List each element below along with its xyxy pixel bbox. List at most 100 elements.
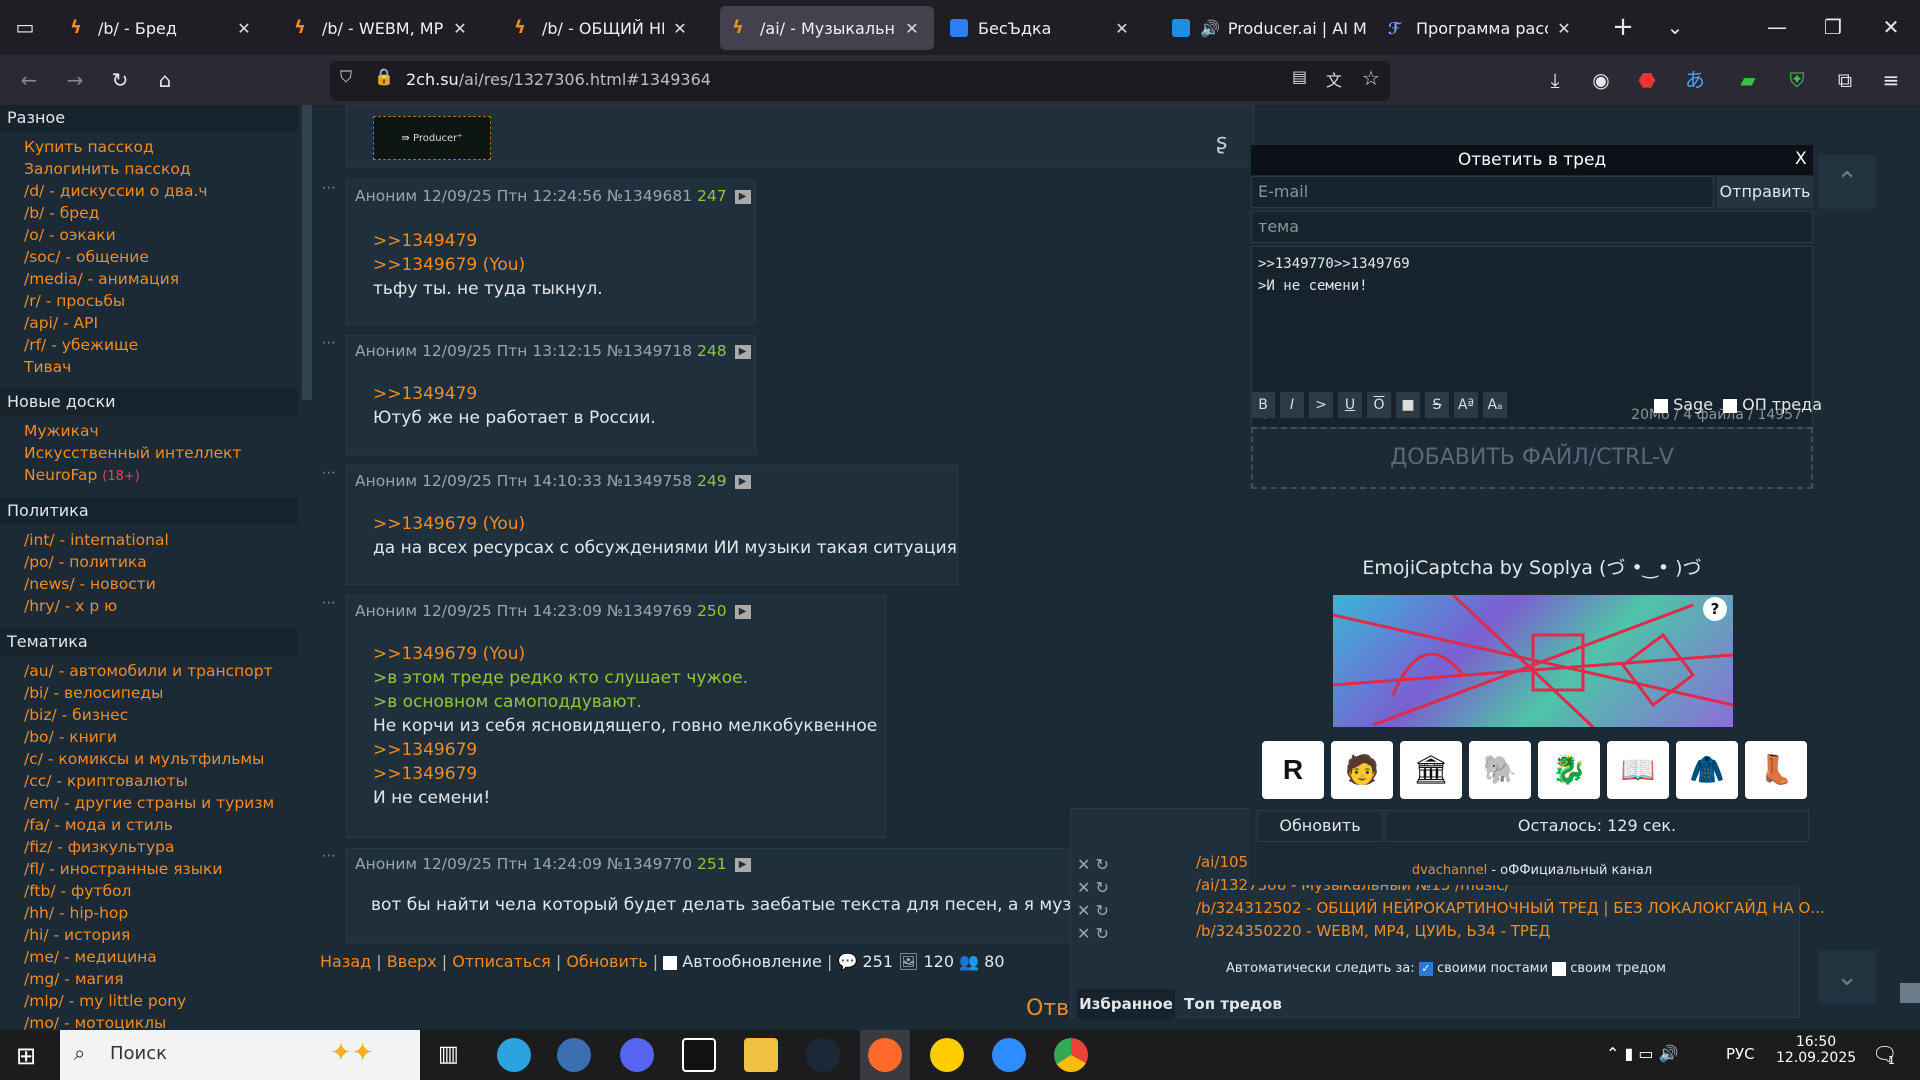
close-icon[interactable]: ✕: [1554, 19, 1574, 38]
post-number[interactable]: №1349758: [607, 472, 692, 490]
sidebar-link[interactable]: /news/ - новости: [24, 573, 156, 595]
post-number[interactable]: №1349770: [607, 855, 692, 873]
captcha-help-icon[interactable]: ?: [1703, 597, 1727, 621]
tab-program[interactable]: ℱПрограмма расстано✕: [1376, 6, 1586, 50]
email-field[interactable]: E-mail: [1251, 176, 1714, 208]
sidebar-link[interactable]: /int/ - international: [24, 529, 169, 551]
sidebar-link[interactable]: Искусственный интеллект: [24, 442, 241, 464]
steam-icon[interactable]: [806, 1038, 840, 1072]
firefox-icon[interactable]: [868, 1038, 902, 1072]
post-reference[interactable]: >>1349679 (You): [373, 644, 525, 664]
sidebar-link[interactable]: /mg/ - магия: [24, 968, 124, 990]
tab-webm[interactable]: ϟ/b/ - WEBM, MP4, ЦУИ✕: [282, 6, 482, 50]
post-number[interactable]: №1349718: [607, 342, 692, 360]
sidebar-link[interactable]: Мужикач: [24, 420, 99, 442]
new-tab-icon[interactable]: +: [1608, 12, 1638, 42]
sidebar-link[interactable]: /ftb/ - футбол: [24, 880, 131, 902]
post-reference[interactable]: >>1349679 (You): [373, 255, 525, 275]
sidebar-link[interactable]: /mlp/ - my little pony: [24, 990, 186, 1012]
play-icon[interactable]: ▶: [734, 189, 751, 204]
address-bar[interactable]: ⛉ 🔒 2ch.su/ai/res/1327306.html#1349364 ▤…: [330, 61, 1390, 101]
sage-option[interactable]: Sage: [1654, 395, 1713, 414]
post-menu-icon[interactable]: ⋯: [322, 465, 336, 481]
home-icon[interactable]: ⌂: [150, 65, 180, 95]
discord-icon[interactable]: [620, 1038, 654, 1072]
reader-view-icon[interactable]: ▤: [1292, 67, 1307, 86]
producer-thumbnail[interactable]: ⇛ Producer⁺: [373, 116, 491, 160]
file-explorer-icon[interactable]: [744, 1038, 778, 1072]
account-icon[interactable]: ◉: [1586, 65, 1616, 95]
tab-top-threads[interactable]: Топ тредов: [1181, 989, 1285, 1019]
post-menu-icon[interactable]: ⋯: [322, 848, 336, 864]
sidebar-link[interactable]: /o/ - оэкаки: [24, 224, 116, 246]
minimize-icon[interactable]: —: [1762, 12, 1792, 42]
yandex-browser-icon[interactable]: [930, 1038, 964, 1072]
tab-favorites[interactable]: Избранное: [1077, 989, 1175, 1019]
dmz-icon[interactable]: [682, 1038, 716, 1072]
post-reference[interactable]: >>1349479: [373, 231, 477, 251]
shield-icon[interactable]: ⛉: [340, 67, 352, 87]
extension-translate-icon[interactable]: あ: [1680, 65, 1710, 95]
bookmark-star-icon[interactable]: ☆: [1362, 66, 1380, 90]
spoiler-button[interactable]: ■: [1396, 392, 1420, 418]
send-button[interactable]: Отправить: [1717, 176, 1813, 208]
window-close-icon[interactable]: ✕: [1876, 12, 1906, 42]
sidebar-link[interactable]: /c/ - комиксы и мультфильмы: [24, 748, 264, 770]
sidebar-link[interactable]: /au/ - автомобили и транспорт: [24, 660, 273, 682]
close-icon[interactable]: ✕: [234, 19, 254, 38]
play-icon[interactable]: ▶: [734, 604, 751, 619]
refresh-link[interactable]: Обновить: [566, 952, 647, 971]
chevron-down-icon[interactable]: ⌄: [1660, 12, 1690, 42]
close-icon[interactable]: ✕: [902, 19, 922, 38]
post-reference[interactable]: >>1349679: [373, 764, 477, 784]
sidebar-link[interactable]: /fl/ - иностранные языки: [24, 858, 222, 880]
sidebar-link[interactable]: NeuroFap (18+): [24, 464, 140, 488]
sidebar-link[interactable]: Залогинить пасскод: [24, 158, 191, 180]
scrollbar-thumb[interactable]: [1900, 983, 1920, 1003]
captcha-option[interactable]: 👢: [1745, 741, 1807, 799]
system-tray[interactable]: ⌃ ▮ ▭ 🔊: [1606, 1044, 1679, 1063]
back-link[interactable]: Назад: [320, 952, 371, 971]
restore-icon[interactable]: ❐: [1818, 12, 1848, 42]
tab-ai-music[interactable]: ϟ/ai/ - Музыкальный №✕: [720, 6, 934, 50]
sage-checkbox[interactable]: [1654, 398, 1668, 413]
sidebar-link[interactable]: /biz/ - бизнес: [24, 704, 128, 726]
sidebar-link[interactable]: Купить пасскод: [24, 136, 154, 158]
captcha-option[interactable]: 📖: [1607, 741, 1669, 799]
post-number[interactable]: №1349681: [607, 187, 692, 205]
post-number[interactable]: №1349769: [607, 602, 692, 620]
italic-button[interactable]: I: [1280, 392, 1304, 418]
zoom-icon[interactable]: [992, 1038, 1026, 1072]
overline-button[interactable]: O: [1367, 392, 1391, 418]
sidebar-link[interactable]: /po/ - политика: [24, 551, 147, 573]
subscript-button[interactable]: Aₐ: [1483, 392, 1507, 418]
sidebar-link[interactable]: /api/ - API: [24, 312, 98, 334]
reload-icon[interactable]: ↻: [105, 65, 135, 95]
sidebar-link[interactable]: /r/ - просьбы: [24, 290, 125, 312]
add-file-dropzone[interactable]: ДОБАВИТЬ ФАЙЛ/CTRL-V: [1251, 427, 1813, 489]
sidebar-scrollbar[interactable]: [302, 105, 312, 400]
sidebar-link[interactable]: /rf/ - убежище: [24, 334, 138, 356]
close-icon[interactable]: ✕: [450, 19, 470, 38]
superscript-button[interactable]: Aª: [1454, 392, 1478, 418]
sidebar-link[interactable]: /hry/ - х р ю: [24, 595, 117, 617]
sidebar-link[interactable]: /hh/ - hip-hop: [24, 902, 128, 924]
torrent-icon[interactable]: [557, 1038, 591, 1072]
favorite-thread[interactable]: /b/324350220 - WEBM, MP4, ЦУИЬ, Ь34 - ТР…: [1196, 922, 1550, 940]
strike-button[interactable]: S: [1425, 392, 1449, 418]
unsubscribe-link[interactable]: Отписаться: [452, 952, 551, 971]
favorite-thread[interactable]: /b/324312502 - ОБЩИЙ НЕЙРОКАРТИНОЧНЫЙ ТР…: [1196, 899, 1825, 917]
taskbar-search[interactable]: ⌕ Поиск ✦✦: [60, 1030, 420, 1080]
post-reference[interactable]: >>1349679 (You): [373, 514, 525, 534]
op-checkbox[interactable]: [1723, 398, 1737, 413]
language-indicator[interactable]: РУС: [1726, 1045, 1755, 1063]
own-thread-checkbox[interactable]: [1552, 961, 1567, 976]
task-view-icon[interactable]: ▥: [438, 1042, 459, 1067]
sidebar-link[interactable]: /bi/ - велосипеды: [24, 682, 163, 704]
up-link[interactable]: Вверх: [387, 952, 437, 971]
channel-link[interactable]: dvachannel: [1412, 863, 1487, 878]
lock-icon[interactable]: 🔒: [374, 67, 394, 86]
chrome-icon[interactable]: [1054, 1038, 1088, 1072]
menu-icon[interactable]: ≡: [1876, 65, 1906, 95]
download-icon[interactable]: ⤓: [1540, 65, 1570, 95]
